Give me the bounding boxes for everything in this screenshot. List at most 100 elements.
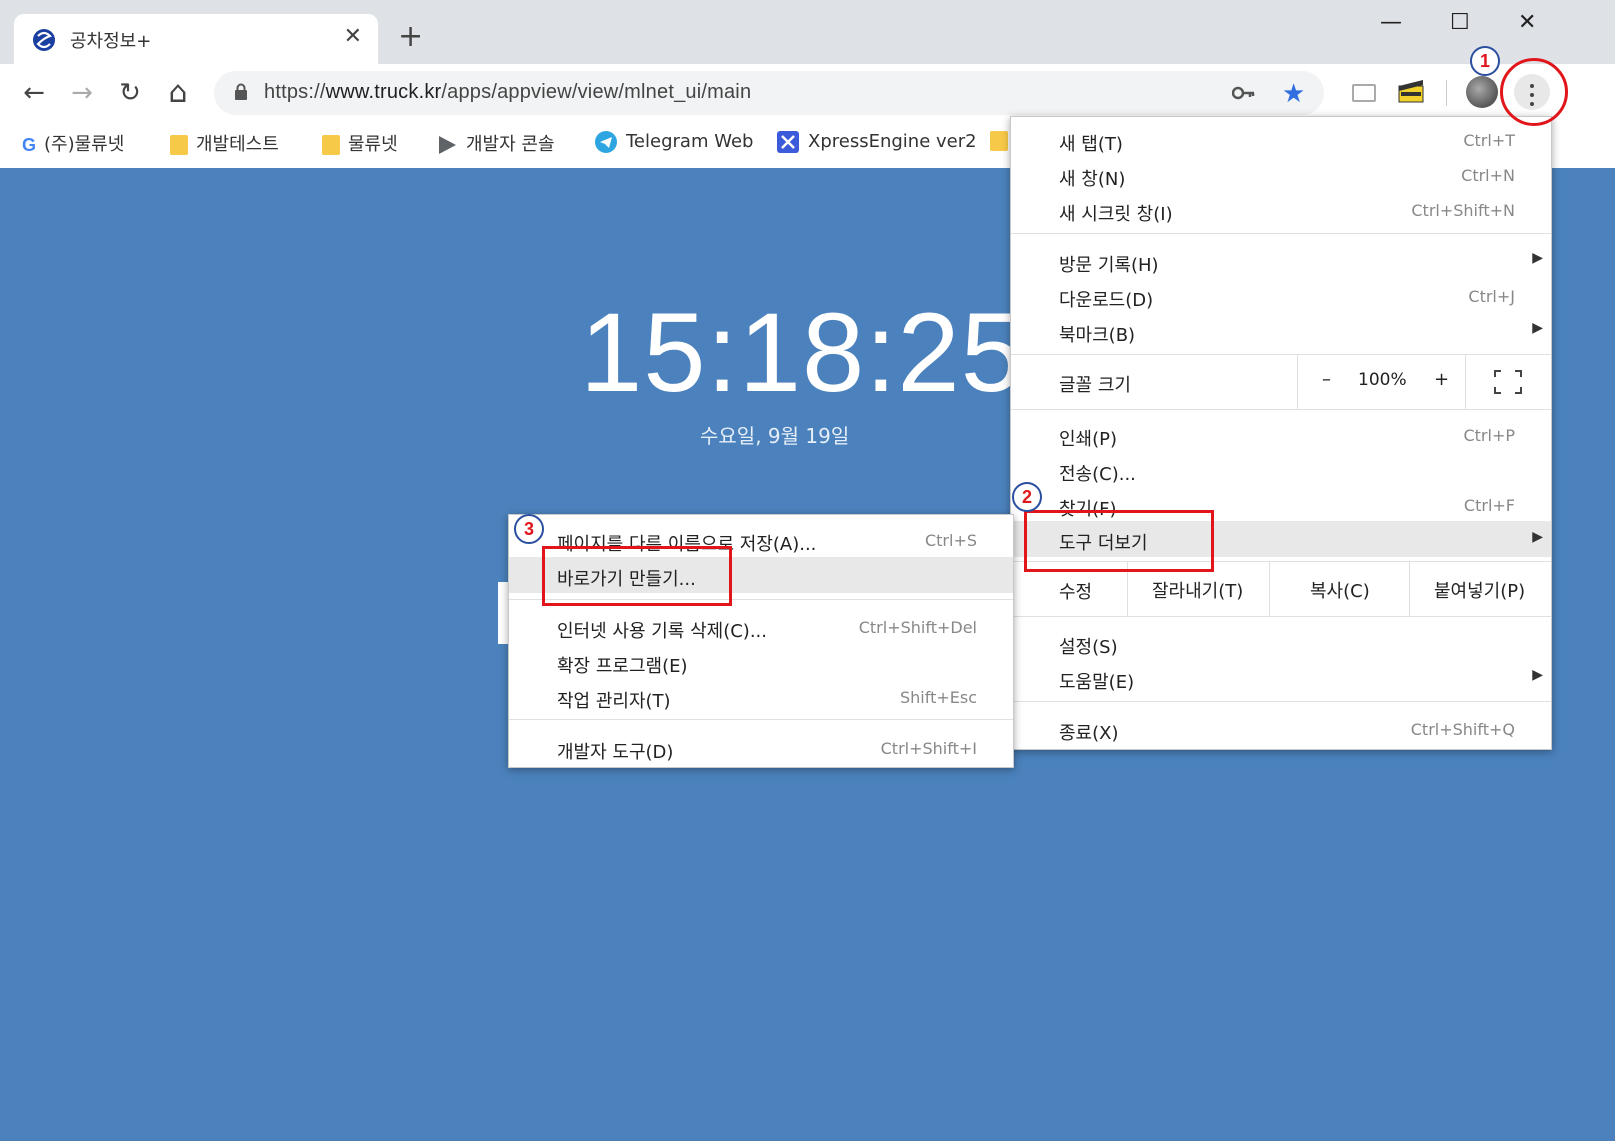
submenu-arrow-icon: ▶ xyxy=(1532,250,1543,266)
menu-shortcut: Ctrl+Shift+N xyxy=(1411,201,1515,220)
menu-item-new-window[interactable]: 새 창(N) Ctrl+N xyxy=(1011,158,1551,192)
address-bar[interactable]: https://www.truck.kr/apps/appview/view/m… xyxy=(214,71,1324,115)
menu-shortcut: Ctrl+S xyxy=(924,531,977,550)
menu-label: 인터넷 사용 기록 삭제(C)... xyxy=(557,621,767,642)
menu-item-new-tab[interactable]: 새 탭(T) Ctrl+T xyxy=(1011,123,1551,157)
menu-label: 설정(S) xyxy=(1059,637,1118,658)
tab-close-icon[interactable]: ✕ xyxy=(344,24,362,49)
google-icon: G xyxy=(22,134,37,155)
menu-label: 새 시크릿 창(I) xyxy=(1059,204,1173,225)
bookmark-folder[interactable]: 개발테스트 xyxy=(170,130,279,156)
submenu-item-task-manager[interactable]: 작업 관리자(T) Shift+Esc xyxy=(509,680,1013,714)
menu-label: 전송(C)... xyxy=(1059,464,1136,485)
submenu-arrow-icon: ▶ xyxy=(1532,529,1543,545)
menu-label: 인쇄(P) xyxy=(1059,429,1118,450)
browser-toolbar: ← → ↻ ⌂ https://www.truck.kr/apps/appvie… xyxy=(0,64,1615,122)
bookmark-folder[interactable]: 물류넷 xyxy=(322,130,398,156)
menu-item-history[interactable]: 방문 기록(H) ▶ xyxy=(1011,244,1551,278)
menu-label: 작업 관리자(T) xyxy=(557,691,671,712)
cut-label: 잘라내기(T) xyxy=(1152,581,1244,602)
zoom-out-button[interactable]: – xyxy=(1322,369,1331,390)
menu-item-downloads[interactable]: 다운로드(D) Ctrl+J xyxy=(1011,279,1551,313)
site-favicon-icon xyxy=(33,29,55,51)
cast-extension-icon[interactable] xyxy=(1352,84,1376,102)
bookmark-label: 물류넷 xyxy=(348,134,398,155)
forward-button[interactable]: → xyxy=(66,78,98,110)
menu-shortcut: Ctrl+Shift+I xyxy=(880,739,977,758)
menu-shortcut: Ctrl+F xyxy=(1463,496,1515,515)
chrome-main-menu: 새 탭(T) Ctrl+T 새 창(N) Ctrl+N 새 시크릿 창(I) C… xyxy=(1010,116,1552,750)
menu-item-help[interactable]: 도움말(E) ▶ xyxy=(1011,661,1551,695)
key-icon[interactable] xyxy=(1232,83,1256,103)
submenu-item-clear-data[interactable]: 인터넷 사용 기록 삭제(C)... Ctrl+Shift+Del xyxy=(509,610,1013,644)
menu-item-exit[interactable]: 종료(X) Ctrl+Shift+Q xyxy=(1011,712,1551,746)
date-display: 수요일, 9월 19일 xyxy=(700,424,850,448)
menu-label: 글꼴 크기 xyxy=(1059,375,1131,396)
bookmark-item[interactable]: G (주)물류넷 xyxy=(22,130,124,156)
url-text[interactable]: https://www.truck.kr/apps/appview/view/m… xyxy=(264,81,751,104)
clapper-extension-icon[interactable] xyxy=(1398,78,1424,104)
annotation-circle-menu xyxy=(1500,58,1568,126)
menu-shortcut: Ctrl+T xyxy=(1463,131,1515,150)
copy-label: 복사(C) xyxy=(1310,581,1370,602)
submenu-arrow-icon: ▶ xyxy=(1532,667,1543,683)
url-scheme: https:// xyxy=(264,81,326,103)
reload-button[interactable]: ↻ xyxy=(114,78,146,110)
bookmark-label: 개발테스트 xyxy=(196,134,279,155)
menu-separator xyxy=(1011,233,1551,234)
folder-icon xyxy=(990,131,1008,151)
url-path: /apps/appview/view/mlnet_ui/main xyxy=(441,81,752,103)
menu-item-print[interactable]: 인쇄(P) Ctrl+P xyxy=(1011,418,1551,452)
fullscreen-button[interactable] xyxy=(1465,355,1552,409)
window-close-button[interactable]: ✕ xyxy=(1518,10,1536,35)
home-button[interactable]: ⌂ xyxy=(162,78,194,110)
zoom-controls: – 100% + xyxy=(1297,355,1466,409)
minimize-button[interactable]: — xyxy=(1380,10,1402,35)
bookmark-item[interactable]: XpressEngine ver2 xyxy=(776,130,977,154)
bookmark-item[interactable]: 개발자 콘솔 xyxy=(436,130,555,156)
menu-separator xyxy=(1011,409,1551,410)
new-tab-button[interactable]: + xyxy=(398,22,423,52)
title-bar: 공차정보+ ✕ + — ☐ ✕ xyxy=(0,0,1615,64)
browser-tab[interactable]: 공차정보+ ✕ xyxy=(14,14,378,64)
bookmark-label: XpressEngine ver2 xyxy=(808,131,977,152)
menu-shortcut: Ctrl+Shift+Del xyxy=(858,618,977,637)
menu-separator xyxy=(1011,701,1551,702)
submenu-item-devtools[interactable]: 개발자 도구(D) Ctrl+Shift+I xyxy=(509,731,1013,765)
folder-icon xyxy=(170,135,188,155)
submenu-item-extensions[interactable]: 확장 프로그램(E) xyxy=(509,645,1013,679)
menu-label: 새 탭(T) xyxy=(1059,134,1123,155)
paste-label: 붙여넣기(P) xyxy=(1434,581,1526,602)
paste-button[interactable]: 붙여넣기(P) xyxy=(1409,562,1552,616)
telegram-icon xyxy=(595,131,617,153)
profile-avatar[interactable] xyxy=(1466,76,1498,108)
menu-item-cast[interactable]: 전송(C)... xyxy=(1011,453,1551,487)
menu-label: 도움말(E) xyxy=(1059,672,1135,693)
bookmark-label: 개발자 콘솔 xyxy=(466,134,555,155)
bookmark-star-icon[interactable]: ★ xyxy=(1282,79,1305,109)
menu-shortcut: Ctrl+P xyxy=(1463,426,1515,445)
maximize-button[interactable]: ☐ xyxy=(1450,10,1470,35)
menu-separator xyxy=(509,719,1013,720)
menu-item-settings[interactable]: 설정(S) xyxy=(1011,626,1551,660)
bookmark-item[interactable]: Telegram Web xyxy=(594,130,753,154)
copy-button[interactable]: 복사(C) xyxy=(1269,562,1410,616)
menu-item-incognito[interactable]: 새 시크릿 창(I) Ctrl+Shift+N xyxy=(1011,193,1551,227)
annotation-box-more-tools xyxy=(1024,510,1214,572)
menu-shortcut: Ctrl+Shift+Q xyxy=(1410,720,1515,739)
url-host: www.truck.kr xyxy=(325,81,442,103)
back-button[interactable]: ← xyxy=(18,78,50,110)
menu-separator xyxy=(1011,616,1551,617)
menu-item-bookmarks[interactable]: 북마크(B) ▶ xyxy=(1011,314,1551,348)
menu-item-zoom: 글꼴 크기 – 100% + xyxy=(1011,355,1551,409)
annotation-box-create-shortcut xyxy=(542,546,732,606)
menu-label: 새 창(N) xyxy=(1059,169,1126,190)
step-badge-1: 1 xyxy=(1470,46,1500,76)
step-badge-2: 2 xyxy=(1012,482,1042,512)
menu-shortcut: Ctrl+J xyxy=(1468,287,1515,306)
menu-shortcut: Shift+Esc xyxy=(899,688,977,707)
step-badge-3: 3 xyxy=(514,514,544,544)
zoom-in-button[interactable]: + xyxy=(1434,369,1449,390)
menu-label: 방문 기록(H) xyxy=(1059,255,1159,276)
menu-label: 확장 프로그램(E) xyxy=(557,656,688,677)
